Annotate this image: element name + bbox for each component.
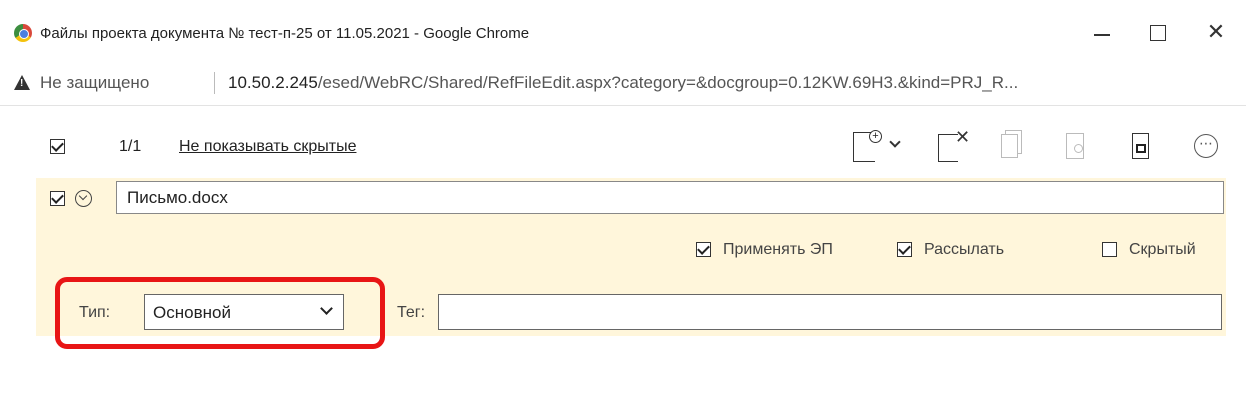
url-path: /esed/WebRC/Shared/RefFileEdit.aspx?cate… bbox=[317, 73, 1019, 92]
file-counter: 1/1 bbox=[119, 138, 142, 155]
url-text[interactable]: 10.50.2.245/esed/WebRC/Shared/RefFileEdi… bbox=[228, 73, 1238, 93]
tag-label: Тег: bbox=[397, 304, 426, 321]
file-name-field[interactable]: Письмо.docx bbox=[116, 181, 1224, 214]
copy-file-button[interactable] bbox=[1001, 130, 1031, 164]
save-icon bbox=[1136, 144, 1146, 153]
apply-signature-checkbox[interactable] bbox=[696, 242, 711, 257]
address-separator bbox=[214, 72, 215, 94]
warning-icon[interactable] bbox=[14, 75, 30, 90]
chrome-logo-icon bbox=[14, 24, 32, 42]
chevron-down-icon bbox=[320, 302, 333, 315]
file-panel: Письмо.docx Применять ЭП Рассылать Скрыт… bbox=[36, 178, 1226, 336]
chevron-down-icon bbox=[889, 136, 901, 148]
type-select-value: Основной bbox=[153, 303, 231, 322]
document-icon bbox=[1001, 134, 1018, 158]
hide-hidden-link[interactable]: Не показывать скрытые bbox=[179, 138, 356, 156]
apply-signature-label: Применять ЭП bbox=[723, 241, 833, 258]
plus-icon: + bbox=[869, 130, 882, 143]
delete-file-button[interactable]: ✕ bbox=[938, 127, 971, 164]
minimize-button[interactable] bbox=[1082, 14, 1122, 50]
hidden-checkbox[interactable] bbox=[1102, 242, 1117, 257]
hidden-label: Скрытый bbox=[1129, 241, 1196, 258]
view-file-button[interactable] bbox=[1066, 130, 1096, 164]
security-label[interactable]: Не защищено bbox=[40, 73, 149, 93]
save-file-button[interactable] bbox=[1132, 130, 1162, 164]
maximize-button[interactable] bbox=[1138, 14, 1178, 50]
window-title: Файлы проекта документа № тест-п-25 от 1… bbox=[40, 25, 530, 42]
send-checkbox[interactable] bbox=[897, 242, 912, 257]
close-icon: ✕ bbox=[955, 127, 971, 147]
select-all-checkbox[interactable] bbox=[50, 139, 65, 154]
more-options-button[interactable]: ⋯ bbox=[1194, 134, 1218, 158]
type-select[interactable]: Основной bbox=[144, 294, 344, 330]
send-label: Рассылать bbox=[924, 241, 1005, 258]
file-checkbox[interactable] bbox=[50, 191, 65, 206]
type-label: Тип: bbox=[79, 304, 111, 321]
files-toolbar: 1/1 Не показывать скрытые + ✕ ⋯ bbox=[36, 124, 1226, 174]
add-file-button[interactable]: + bbox=[853, 130, 913, 164]
tag-input[interactable] bbox=[438, 294, 1222, 330]
close-button[interactable]: ✕ bbox=[1196, 14, 1236, 50]
url-host: 10.50.2.245 bbox=[228, 73, 318, 92]
file-row: Письмо.docx bbox=[36, 178, 1226, 218]
magnifier-icon bbox=[1074, 144, 1083, 153]
address-bar[interactable]: Не защищено 10.50.2.245/esed/WebRC/Share… bbox=[0, 60, 1246, 106]
expand-collapse-icon[interactable] bbox=[75, 190, 92, 207]
